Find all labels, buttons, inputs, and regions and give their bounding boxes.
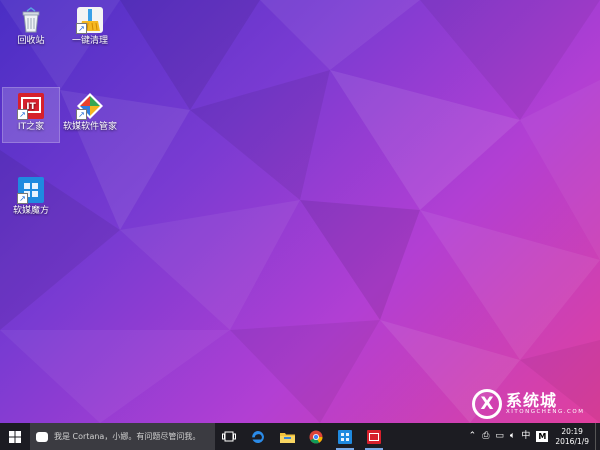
watermark-subtext: XITONGCHENG.COM	[506, 409, 585, 415]
ithome-icon: IT ↗	[17, 92, 45, 120]
shortcut-arrow-icon: ↗	[76, 23, 87, 34]
software-manager-icon: ↗	[76, 92, 104, 120]
taskbar: ⌃ ⎙ ▭ 🔈︎ 中 M 20:19 2016/1/9	[0, 423, 600, 450]
desktop-icon-ithome[interactable]: IT ↗ IT之家	[2, 87, 60, 143]
desktop-icon-label: 软媒魔方	[12, 206, 49, 216]
taskbar-clock[interactable]: 20:19 2016/1/9	[551, 427, 595, 447]
desktop-icon-label: 软媒软件管家	[62, 122, 117, 132]
cube-tool-icon	[338, 429, 352, 444]
watermark-text: 系统城	[506, 391, 558, 410]
desktop-icon-label: 回收站	[17, 36, 45, 46]
system-tray: ⌃ ⎙ ▭ 🔈︎ 中 M 20:19 2016/1/9	[466, 423, 600, 450]
windows-logo-icon	[9, 430, 21, 443]
wallpaper-facets	[0, 0, 600, 423]
taskbar-cube-tool-button[interactable]	[332, 423, 358, 450]
show-desktop-button[interactable]	[595, 423, 600, 450]
taskbar-edge-button[interactable]	[245, 423, 271, 450]
cortana-chat-icon	[36, 431, 48, 442]
chevron-up-icon[interactable]: ⌃	[466, 423, 480, 450]
file-explorer-icon	[279, 432, 295, 443]
desktop-icon-software-manager[interactable]: ↗ 软媒软件管家	[62, 88, 118, 142]
watermark-logo: X 系统城 XITONGCHENG.COM	[472, 386, 600, 422]
chrome-icon	[309, 430, 323, 443]
cortana-search-input[interactable]	[54, 432, 214, 441]
task-view-button[interactable]	[216, 423, 242, 450]
battery-icon[interactable]: ▭	[492, 423, 507, 450]
desktop-icon-label: 一键清理	[71, 36, 108, 46]
shortcut-arrow-icon: ↗	[76, 109, 87, 120]
taskbar-ithome-button[interactable]	[361, 423, 387, 450]
cortana-search-box[interactable]	[30, 423, 215, 450]
desktop-background: 回收站 ↗ 一键清理 IT ↗ IT之家 ↗ 软媒软件管家 ↗ 软媒魔方 X 系…	[0, 0, 600, 423]
desktop-icon-one-click-clean[interactable]: ↗ 一键清理	[62, 2, 118, 56]
ithome-icon	[367, 429, 381, 444]
ime-mode-indicator[interactable]: M	[536, 431, 549, 442]
network-icon[interactable]: ⎙	[479, 423, 492, 450]
clock-date: 2016/1/9	[555, 436, 589, 446]
cube-tool-icon: ↗	[17, 176, 45, 204]
start-button[interactable]	[0, 423, 30, 450]
desktop-icon-cube-tool[interactable]: ↗ 软媒魔方	[3, 172, 59, 226]
clock-time: 20:19	[561, 426, 583, 436]
taskbar-chrome-button[interactable]	[303, 423, 329, 450]
broom-cleaner-icon: ↗	[76, 6, 104, 34]
watermark-mark: X	[472, 389, 502, 419]
taskbar-explorer-button[interactable]	[274, 423, 300, 450]
shortcut-arrow-icon: ↗	[17, 193, 28, 204]
task-view-icon	[222, 431, 236, 442]
volume-icon[interactable]: 🔈︎	[507, 423, 518, 450]
desktop-icon-label: IT之家	[17, 122, 45, 132]
desktop-icon-recycle-bin[interactable]: 回收站	[3, 2, 59, 56]
shortcut-arrow-icon: ↗	[17, 109, 28, 120]
input-language-indicator[interactable]: 中	[518, 423, 533, 450]
recycle-bin-icon	[17, 6, 45, 34]
edge-browser-icon	[252, 430, 264, 443]
